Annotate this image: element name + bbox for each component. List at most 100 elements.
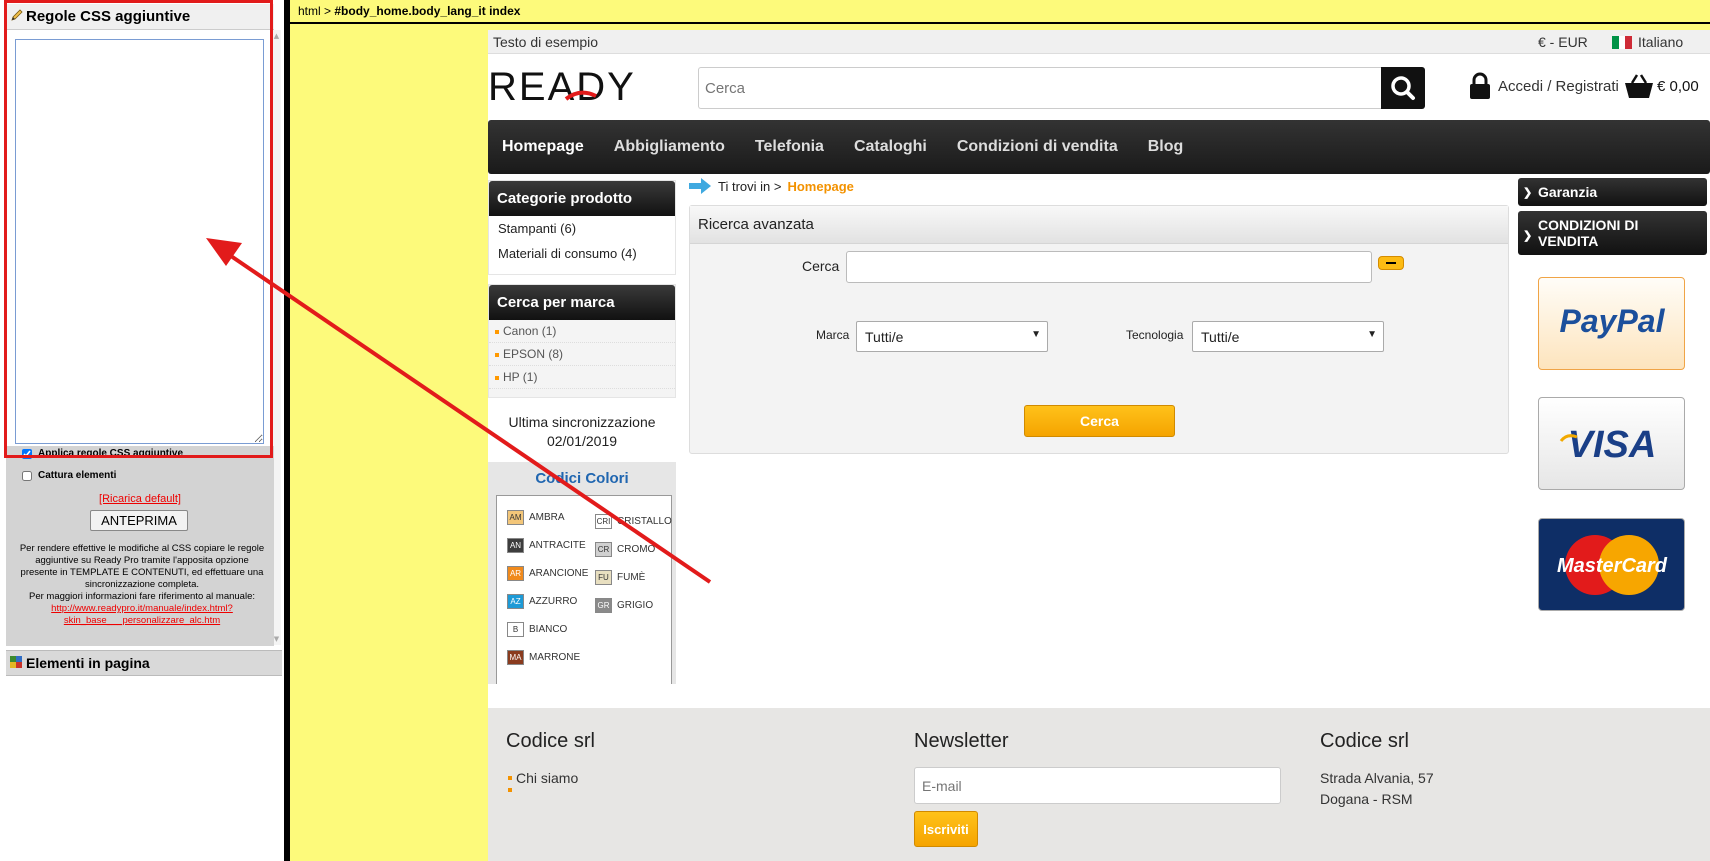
brand-item[interactable]: HP (1)	[489, 366, 675, 389]
login-link[interactable]: Accedi / Registrati	[1468, 72, 1619, 100]
brand-select[interactable]: Tutti/e ▼	[856, 321, 1048, 352]
apply-css-option[interactable]: Applica regole CSS aggiuntive	[22, 448, 183, 459]
color-code-item: B BIANCO	[507, 622, 567, 637]
footer-newsletter-title: Newsletter	[914, 730, 1009, 752]
css-rules-textarea[interactable]	[15, 39, 264, 444]
language-label: Italiano	[1638, 34, 1684, 50]
nav-item-abbigliamento[interactable]: Abbigliamento	[614, 138, 725, 156]
preview-button[interactable]: ANTEPRIMA	[90, 510, 188, 531]
chevron-right-icon: ❯	[1523, 230, 1533, 242]
dom-path-root[interactable]: html	[298, 4, 321, 18]
footer-address-line: Dogana - RSM	[1320, 791, 1413, 807]
capture-elements-label: Cattura elementi	[38, 470, 117, 481]
capture-elements-checkbox[interactable]	[22, 470, 32, 481]
color-name: CRISTALLO	[617, 516, 672, 527]
advanced-search-button[interactable]: Cerca	[1024, 405, 1175, 437]
footer-company-title: Codice srl	[506, 730, 595, 752]
cart-link[interactable]: € 0,00	[1623, 72, 1699, 100]
color-name: ARANCIONE	[529, 568, 589, 579]
advanced-search-input[interactable]	[846, 251, 1372, 283]
color-codes-list: AM AMBRA AN ANTRACITE AR ARANCIONE AZ AZZURRO B B…	[496, 495, 672, 684]
language-selector[interactable]: Italiano	[1612, 34, 1683, 50]
color-name: AZZURRO	[529, 596, 578, 607]
site-topbar: Testo di esempio € - EUR Italiano	[488, 30, 1710, 54]
elements-panel-header[interactable]: Elementi in pagina	[6, 650, 282, 676]
color-code-item: AM AMBRA	[507, 510, 565, 525]
newsletter-email-input[interactable]	[914, 767, 1281, 804]
nav-item-condizioni[interactable]: Condizioni di vendita	[957, 138, 1118, 156]
main-navigation: Homepage Abbigliamento Telefonia Catalog…	[488, 120, 1710, 174]
reload-default-link[interactable]: [Ricarica default]	[6, 493, 274, 505]
categories-box: Categorie prodotto Stampanti (6) Materia…	[488, 180, 676, 275]
color-swatch: GR	[595, 598, 612, 613]
color-name: FUMÈ	[617, 572, 646, 583]
color-swatch: FU	[595, 570, 612, 585]
dom-path-separator: >	[324, 4, 332, 18]
color-name: MARRONE	[529, 652, 581, 663]
ready-logo[interactable]: READY	[488, 66, 688, 106]
manual-link[interactable]: http://www.readypro.it/manuale/index.htm…	[16, 603, 268, 627]
brand-label: Marca	[816, 328, 850, 342]
advanced-search-box: Ricerca avanzata Cerca Marca Tutti/e ▼ T…	[689, 205, 1509, 454]
cart-total: € 0,00	[1657, 77, 1699, 95]
subscribe-button[interactable]: Iscriviti	[914, 811, 978, 847]
svg-text:VISA: VISA	[1567, 424, 1656, 466]
pencil-icon	[11, 9, 23, 21]
site-search-input[interactable]	[698, 67, 1381, 109]
color-swatch: AZ	[507, 594, 524, 609]
categories-title: Categorie prodotto	[489, 181, 675, 216]
capture-elements-option[interactable]: Cattura elementi	[22, 470, 116, 481]
color-code-item: MA MARRONE	[507, 650, 580, 665]
category-item[interactable]: Materiali di consumo (4)	[489, 241, 675, 266]
brand-item[interactable]: EPSON (8)	[489, 343, 675, 366]
breadcrumb: Ti trovi in > Homepage	[688, 176, 854, 196]
nav-item-blog[interactable]: Blog	[1148, 138, 1184, 156]
site-preview: Testo di esempio € - EUR Italiano READY …	[488, 30, 1710, 861]
breadcrumb-current[interactable]: Homepage	[787, 179, 853, 194]
technology-select[interactable]: Tutti/e ▼	[1192, 321, 1384, 352]
sync-date: 02/01/2019	[546, 433, 618, 449]
side-link-condizioni[interactable]: ❯ CONDIZIONI DI VENDITA	[1518, 211, 1707, 255]
category-item[interactable]: Stampanti (6)	[489, 216, 675, 241]
last-sync-info: Ultima sincronizzazione 02/01/2019	[488, 413, 676, 451]
toggle-options-button[interactable]	[1378, 256, 1404, 270]
scroll-up-icon[interactable]: ▲	[272, 32, 281, 40]
technology-label: Tecnologia	[1126, 328, 1184, 342]
dom-path-bar: html > #body_home.body_lang_it index	[290, 0, 1710, 24]
color-name: AMBRA	[529, 512, 565, 523]
apply-css-checkbox[interactable]	[22, 448, 32, 459]
nav-item-homepage[interactable]: Homepage	[502, 138, 584, 156]
site-search-button[interactable]	[1381, 67, 1425, 109]
footer-address-line: Strada Alvania, 57	[1320, 770, 1434, 786]
color-code-item: GR GRIGIO	[595, 598, 653, 613]
blocks-icon	[10, 656, 22, 668]
dropdown-caret-icon: ▼	[1031, 329, 1041, 340]
side-link-garanzia[interactable]: ❯ Garanzia	[1518, 178, 1707, 206]
brands-title: Cerca per marca	[489, 285, 675, 320]
color-code-item: AZ AZZURRO	[507, 594, 577, 609]
svg-text:MasterCard: MasterCard	[1556, 555, 1667, 577]
site-footer: Codice srl Chi siamo Newsletter Iscrivit…	[488, 708, 1710, 861]
breadcrumb-prefix: Ti trovi in >	[718, 178, 782, 194]
basket-icon	[1625, 74, 1653, 98]
color-codes-title: Codici Colori	[535, 470, 629, 487]
css-editor-panel: Regole CSS aggiuntive ▲ ▼ Applica regole…	[0, 0, 285, 861]
sync-label: Ultima sincronizzazione	[508, 414, 656, 430]
brands-box: Cerca per marca Canon (1) EPSON (8) HP (…	[488, 284, 676, 398]
lock-icon	[1470, 72, 1490, 99]
brand-item[interactable]: Canon (1)	[489, 320, 675, 343]
color-swatch: CRI	[595, 514, 612, 529]
footer-about-link[interactable]: Chi siamo	[516, 770, 578, 786]
nav-item-cataloghi[interactable]: Cataloghi	[854, 138, 927, 156]
dom-path-selected[interactable]: #body_home.body_lang_it index	[334, 4, 520, 18]
side-link-label: CONDIZIONI DI VENDITA	[1538, 217, 1639, 249]
login-label: Accedi / Registrati	[1498, 77, 1619, 95]
arrow-right-icon	[689, 178, 711, 194]
color-name: ANTRACITE	[529, 540, 586, 551]
color-code-item: FU FUMÈ	[595, 570, 645, 585]
nav-item-telefonia[interactable]: Telefonia	[755, 138, 824, 156]
currency-selector[interactable]: € - EUR	[1538, 34, 1588, 50]
search-field-label: Cerca	[802, 258, 840, 274]
color-name: CROMO	[617, 544, 656, 555]
italy-flag-icon	[1612, 35, 1633, 49]
